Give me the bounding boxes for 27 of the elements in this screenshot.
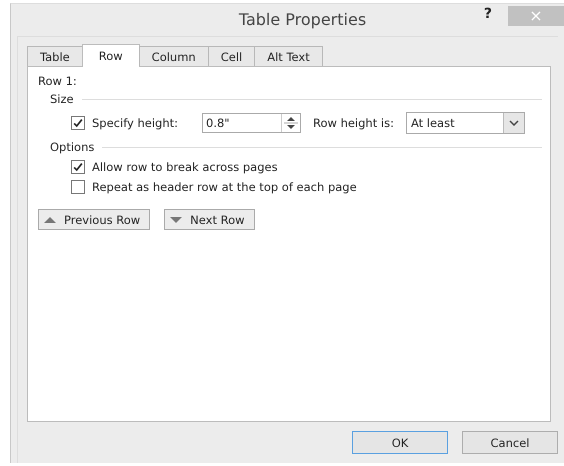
chevron-down-icon <box>502 113 524 133</box>
tab[interactable]: Column <box>138 46 209 66</box>
checkbox-label: Specify height: <box>92 116 180 130</box>
checkbox[interactable] <box>71 180 85 194</box>
window-title: Table Properties <box>238 10 366 28</box>
triangle-down-icon <box>170 216 182 224</box>
help-button[interactable]: ? <box>478 4 498 24</box>
checkbox[interactable] <box>71 116 85 130</box>
section-heading: Size <box>50 92 74 106</box>
row-height-dropdown[interactable]: At least <box>406 112 525 134</box>
next-row-button[interactable]: Next Row <box>164 209 255 230</box>
cancel-button[interactable]: Cancel <box>462 431 558 454</box>
tab[interactable]: Row <box>82 44 140 67</box>
spin-arrows-icon[interactable] <box>281 114 300 132</box>
checkbox[interactable] <box>71 160 85 174</box>
ok-button[interactable]: OK <box>352 431 448 454</box>
height-spinner[interactable]: 0.8" <box>202 113 301 133</box>
checkbox-label: Repeat as header row at the top of each page <box>92 180 357 194</box>
checkbox-label: Allow row to break across pages <box>92 160 278 174</box>
tab[interactable]: Cell <box>208 46 256 66</box>
row-label: Row 1: <box>38 74 78 90</box>
tab[interactable]: Alt Text <box>254 46 323 66</box>
previous-row-button[interactable]: Previous Row <box>38 209 150 230</box>
field-label: Row height is: <box>313 116 394 130</box>
section-heading: Options <box>50 140 94 154</box>
tab[interactable]: Table <box>27 46 83 66</box>
triangle-up-icon <box>44 216 56 224</box>
